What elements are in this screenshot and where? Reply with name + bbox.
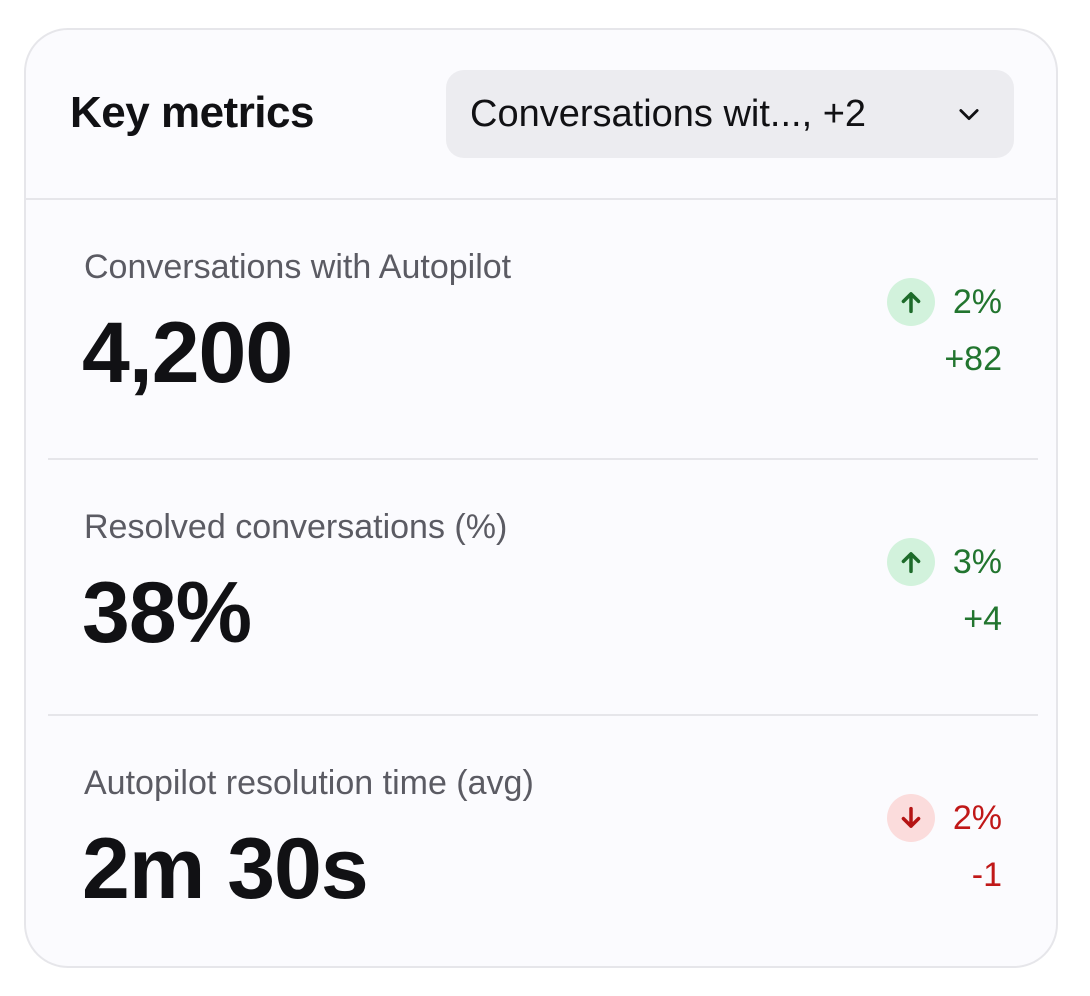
card-header: Key metrics Conversations wit..., +2 [26,30,1056,200]
metric-row-conversations: Conversations with Autopilot 4,200 2% +8… [48,200,1038,458]
metric-row-resolution-time: Autopilot resolution time (avg) 2m 30s 2… [48,714,1038,966]
chevron-down-icon [952,97,986,131]
metric-label: Resolved conversations (%) [84,508,508,546]
arrow-down-icon [886,794,935,842]
change-percent: 2% [952,282,1002,321]
metric-change: 2% +82 [886,278,1002,379]
metric-change: 2% -1 [886,794,1002,895]
metrics-selector-label: Conversations wit..., +2 [470,92,867,135]
metric-value: 4,200 [82,305,293,401]
arrow-up-icon [886,278,935,326]
change-percent: 3% [952,542,1002,581]
metrics-selector-dropdown[interactable]: Conversations wit..., +2 [446,70,1014,158]
change-absolute: +4 [963,600,1002,638]
key-metrics-card: Key metrics Conversations wit..., +2 Con… [24,28,1058,968]
change-absolute: -1 [971,856,1002,894]
change-absolute: +82 [944,340,1002,378]
metric-value: 2m 30s [82,821,369,917]
change-percent: 2% [952,798,1002,837]
metric-label: Conversations with Autopilot [84,248,512,286]
metric-value: 38% [82,565,252,661]
metric-change: 3% +4 [886,538,1002,639]
arrow-up-icon [886,538,935,586]
metric-row-resolved: Resolved conversations (%) 38% 3% +4 [48,458,1038,718]
card-title: Key metrics [70,88,314,137]
metric-label: Autopilot resolution time (avg) [84,764,534,802]
